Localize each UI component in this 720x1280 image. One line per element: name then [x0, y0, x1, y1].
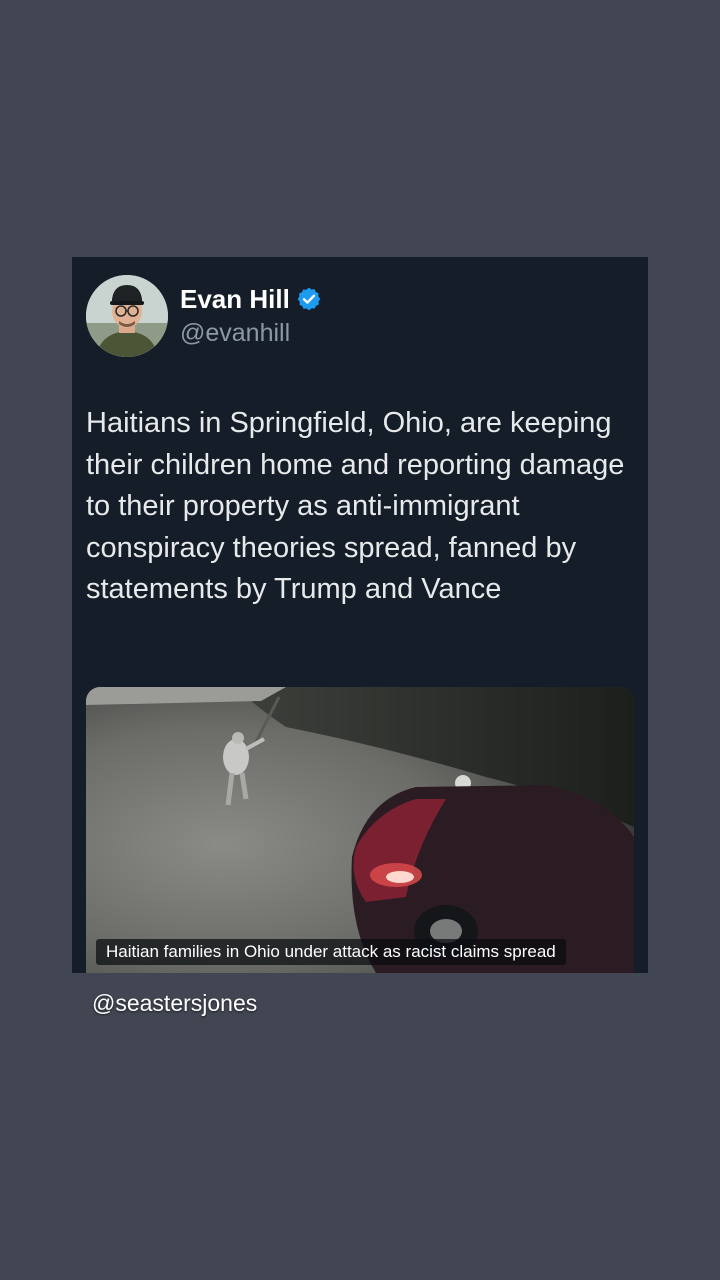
watermark-handle: @seastersjones: [92, 990, 258, 1016]
tweet-media-video[interactable]: Haitian families in Ohio under attack as…: [86, 687, 634, 973]
verified-badge-icon: [296, 286, 322, 312]
author-avatar[interactable]: [86, 275, 168, 357]
author-handle[interactable]: @evanhill: [180, 318, 290, 348]
tweet-card[interactable]: Evan Hill @evanhill Haitians in Springfi…: [72, 257, 648, 973]
author-name[interactable]: Evan Hill: [180, 283, 290, 315]
author-name-row[interactable]: Evan Hill: [180, 283, 322, 315]
video-caption: Haitian families in Ohio under attack as…: [96, 939, 566, 965]
video-still-image: [86, 687, 634, 973]
tweet-text: Haitians in Springfield, Ohio, are keepi…: [86, 407, 625, 605]
